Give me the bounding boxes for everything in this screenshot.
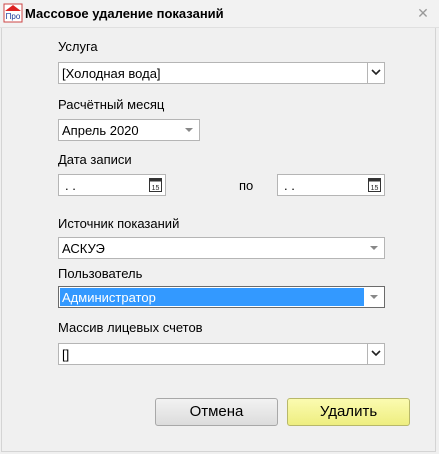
accounts-select[interactable]: [] — [58, 343, 385, 365]
calendar-icon[interactable]: 15 — [368, 178, 381, 192]
user-value: Администратор — [62, 290, 156, 305]
month-label: Расчётный месяц — [58, 97, 165, 112]
date-range-separator: по — [239, 178, 254, 193]
month-select[interactable]: Апрель 2020 — [58, 119, 200, 141]
date-to-input[interactable]: . . 15 — [277, 174, 385, 196]
title-bar: Про Массовое удаление показаний ✕ — [0, 0, 439, 28]
chevron-down-icon[interactable] — [367, 344, 384, 364]
month-value: Апрель 2020 — [62, 123, 139, 138]
date-from-input[interactable]: . . 15 — [58, 174, 166, 196]
user-select[interactable]: Администратор — [58, 286, 385, 308]
date-to-value: . . — [284, 178, 295, 193]
svg-text:15: 15 — [152, 185, 160, 192]
service-select[interactable]: [Холодная вода] — [58, 62, 385, 84]
date-from-value: . . — [65, 178, 76, 193]
record-date-label: Дата записи — [58, 152, 132, 167]
source-value: АСКУЭ — [62, 241, 105, 256]
service-value: [Холодная вода] — [62, 66, 161, 81]
accounts-value: [] — [62, 347, 70, 362]
window-title: Массовое удаление показаний — [25, 6, 224, 21]
service-label: Услуга — [58, 39, 98, 54]
triangle-down-icon[interactable] — [366, 287, 382, 307]
app-logo-text: Про — [6, 12, 21, 21]
user-selection-highlight: Администратор — [60, 288, 364, 306]
triangle-down-icon[interactable] — [366, 238, 382, 258]
cancel-button[interactable]: Отмена — [155, 398, 278, 426]
source-select[interactable]: АСКУЭ — [58, 237, 385, 259]
user-label: Пользователь — [58, 266, 143, 281]
svg-text:15: 15 — [371, 185, 379, 192]
chevron-down-icon[interactable] — [367, 63, 384, 83]
source-label: Источник показаний — [58, 216, 180, 231]
close-icon[interactable]: ✕ — [415, 5, 431, 21]
triangle-down-icon[interactable] — [181, 120, 197, 140]
app-logo-icon: Про — [3, 3, 23, 23]
calendar-icon[interactable]: 15 — [149, 178, 162, 192]
accounts-label: Массив лицевых счетов — [58, 320, 203, 335]
delete-button[interactable]: Удалить — [287, 398, 410, 426]
